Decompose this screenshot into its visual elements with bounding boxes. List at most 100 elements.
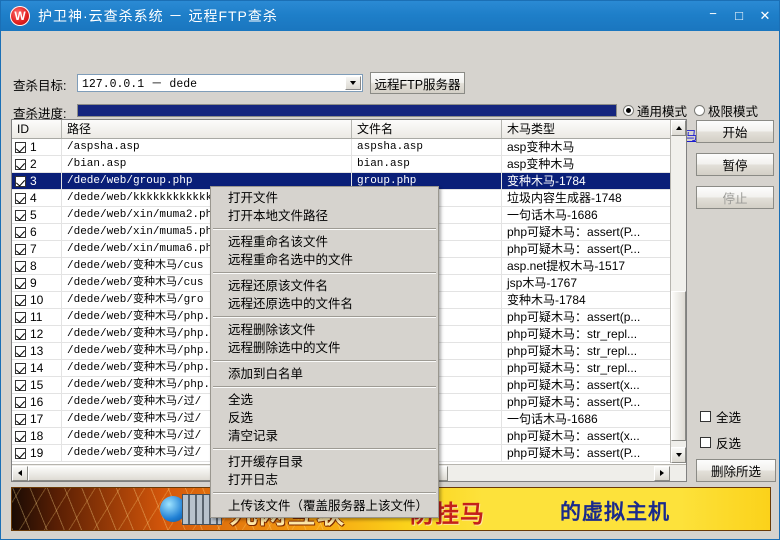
menu-item[interactable]: 全选: [211, 391, 438, 409]
column-header-path[interactable]: 路径: [62, 120, 352, 138]
row-checkbox[interactable]: [15, 311, 26, 323]
row-type-cell: 变种木马-1784: [502, 292, 671, 308]
row-id-label: 12: [30, 327, 44, 341]
row-checkbox[interactable]: [15, 362, 26, 374]
scroll-left-icon[interactable]: [12, 465, 28, 481]
select-all-checkbox-row[interactable]: 全选: [700, 407, 741, 426]
row-id-label: 13: [30, 344, 44, 358]
row-type-cell: 变种木马-1784: [502, 173, 671, 189]
row-id-cell: 1: [12, 139, 62, 155]
column-header-type[interactable]: 木马类型: [502, 120, 671, 138]
row-type-cell: jsp木马-1767: [502, 275, 671, 291]
row-id-cell: 3: [12, 173, 62, 189]
remote-ftp-server-button[interactable]: 远程FTP服务器: [370, 72, 465, 94]
row-checkbox[interactable]: [15, 430, 26, 442]
row-type-cell: 垃圾内容生成器-1748: [502, 190, 671, 206]
row-checkbox[interactable]: [15, 260, 26, 272]
column-header-file[interactable]: 文件名: [352, 120, 502, 138]
invert-select-checkbox-row[interactable]: 反选: [700, 433, 741, 452]
radio-extreme-mode[interactable]: 极限模式: [694, 101, 758, 120]
row-checkbox[interactable]: [15, 345, 26, 357]
row-type-cell: php可疑木马：assert(p...: [502, 309, 671, 325]
scan-progress-fill: [78, 105, 616, 116]
row-file-cell: aspsha.asp: [352, 139, 502, 155]
radio-general-mode[interactable]: 通用模式: [623, 101, 687, 120]
menu-item[interactable]: 清空记录: [211, 427, 438, 445]
menu-item[interactable]: 远程删除选中的文件: [211, 339, 438, 357]
menu-item[interactable]: 打开日志: [211, 471, 438, 489]
row-checkbox[interactable]: [15, 294, 26, 306]
row-id-label: 10: [30, 293, 44, 307]
row-checkbox[interactable]: [15, 396, 26, 408]
row-path-cell: /bian.asp: [62, 156, 352, 172]
chevron-down-icon[interactable]: [345, 76, 361, 90]
menu-separator: [213, 492, 436, 494]
row-id-cell: 4: [12, 190, 62, 206]
row-checkbox[interactable]: [15, 158, 26, 170]
row-id-cell: 17: [12, 411, 62, 427]
row-type-cell: asp.net提权木马-1517: [502, 258, 671, 274]
row-checkbox[interactable]: [15, 277, 26, 289]
row-id-cell: 18: [12, 428, 62, 444]
row-type-cell: asp变种木马: [502, 156, 671, 172]
vertical-scrollbar[interactable]: [670, 120, 686, 463]
menu-item[interactable]: 打开文件: [211, 189, 438, 207]
row-id-cell: 6: [12, 224, 62, 240]
window-title: 护卫神·云查杀系统 － 远程FTP查杀: [38, 8, 278, 24]
menu-item[interactable]: 远程还原该文件名: [211, 277, 438, 295]
row-id-cell: 12: [12, 326, 62, 342]
vscroll-thumb[interactable]: [671, 291, 686, 441]
scan-target-combobox[interactable]: 127.0.0.1 － dede: [77, 74, 363, 92]
context-menu[interactable]: 打开文件 打开本地文件路径 远程重命名该文件 远程重命名选中的文件 远程还原该文件名 远程…: [210, 186, 439, 518]
menu-item[interactable]: 远程删除该文件: [211, 321, 438, 339]
delete-selected-button[interactable]: 删除所选: [696, 459, 776, 482]
menu-item[interactable]: 打开缓存目录: [211, 453, 438, 471]
title-bar: 护卫神·云查杀系统 － 远程FTP查杀 − □ ✕: [1, 1, 779, 31]
row-checkbox[interactable]: [15, 226, 26, 238]
row-type-cell: php可疑木马：str_repl...: [502, 360, 671, 376]
row-checkbox[interactable]: [15, 447, 26, 459]
row-checkbox[interactable]: [15, 192, 26, 204]
scroll-down-icon[interactable]: [671, 447, 686, 463]
row-checkbox[interactable]: [15, 379, 26, 391]
select-all-checkbox[interactable]: [700, 411, 711, 422]
menu-item[interactable]: 反选: [211, 409, 438, 427]
menu-item[interactable]: 上传该文件（覆盖服务器上该文件）: [211, 497, 438, 515]
table-row[interactable]: 2/bian.asp bian.asp asp变种木马: [12, 156, 686, 173]
column-header-id[interactable]: ID: [12, 120, 62, 138]
menu-item[interactable]: 打开本地文件路径: [211, 207, 438, 225]
close-icon[interactable]: ✕: [757, 8, 773, 24]
row-checkbox[interactable]: [15, 328, 26, 340]
vscroll-track-top[interactable]: [671, 136, 686, 291]
row-id-label: 11: [30, 310, 43, 324]
row-checkbox[interactable]: [15, 413, 26, 425]
row-id-label: 5: [30, 208, 37, 222]
radio-general-dot: [623, 105, 634, 116]
scroll-up-icon[interactable]: [671, 120, 686, 136]
row-checkbox[interactable]: [15, 243, 26, 255]
table-row[interactable]: 1/aspsha.asp aspsha.asp asp变种木马: [12, 139, 686, 156]
menu-item[interactable]: 远程重命名选中的文件: [211, 251, 438, 269]
maximize-icon[interactable]: □: [731, 8, 747, 24]
row-type-cell: php可疑木马：assert(x...: [502, 428, 671, 444]
scan-progress-bar: [77, 104, 617, 117]
row-type-cell: php可疑木马：assert(x...: [502, 377, 671, 393]
window-controls: − □ ✕: [705, 1, 773, 31]
menu-item[interactable]: 添加到白名单: [211, 365, 438, 383]
minimize-icon[interactable]: −: [705, 6, 721, 22]
banner-text-product: 的虚拟主机: [560, 501, 670, 524]
row-id-label: 3: [30, 174, 37, 188]
menu-item[interactable]: 远程重命名该文件: [211, 233, 438, 251]
list-header: ID 路径 文件名 木马类型: [12, 120, 686, 139]
pause-button[interactable]: 暂停: [696, 153, 774, 176]
row-id-label: 8: [30, 259, 37, 273]
row-id-cell: 10: [12, 292, 62, 308]
invert-select-checkbox[interactable]: [700, 437, 711, 448]
row-checkbox[interactable]: [15, 175, 26, 187]
menu-item[interactable]: 远程还原选中的文件名: [211, 295, 438, 313]
scroll-right-icon[interactable]: [654, 465, 670, 481]
radio-extreme-label: 极限模式: [708, 105, 759, 119]
start-button[interactable]: 开始: [696, 120, 774, 143]
row-checkbox[interactable]: [15, 209, 26, 221]
row-checkbox[interactable]: [15, 141, 26, 153]
